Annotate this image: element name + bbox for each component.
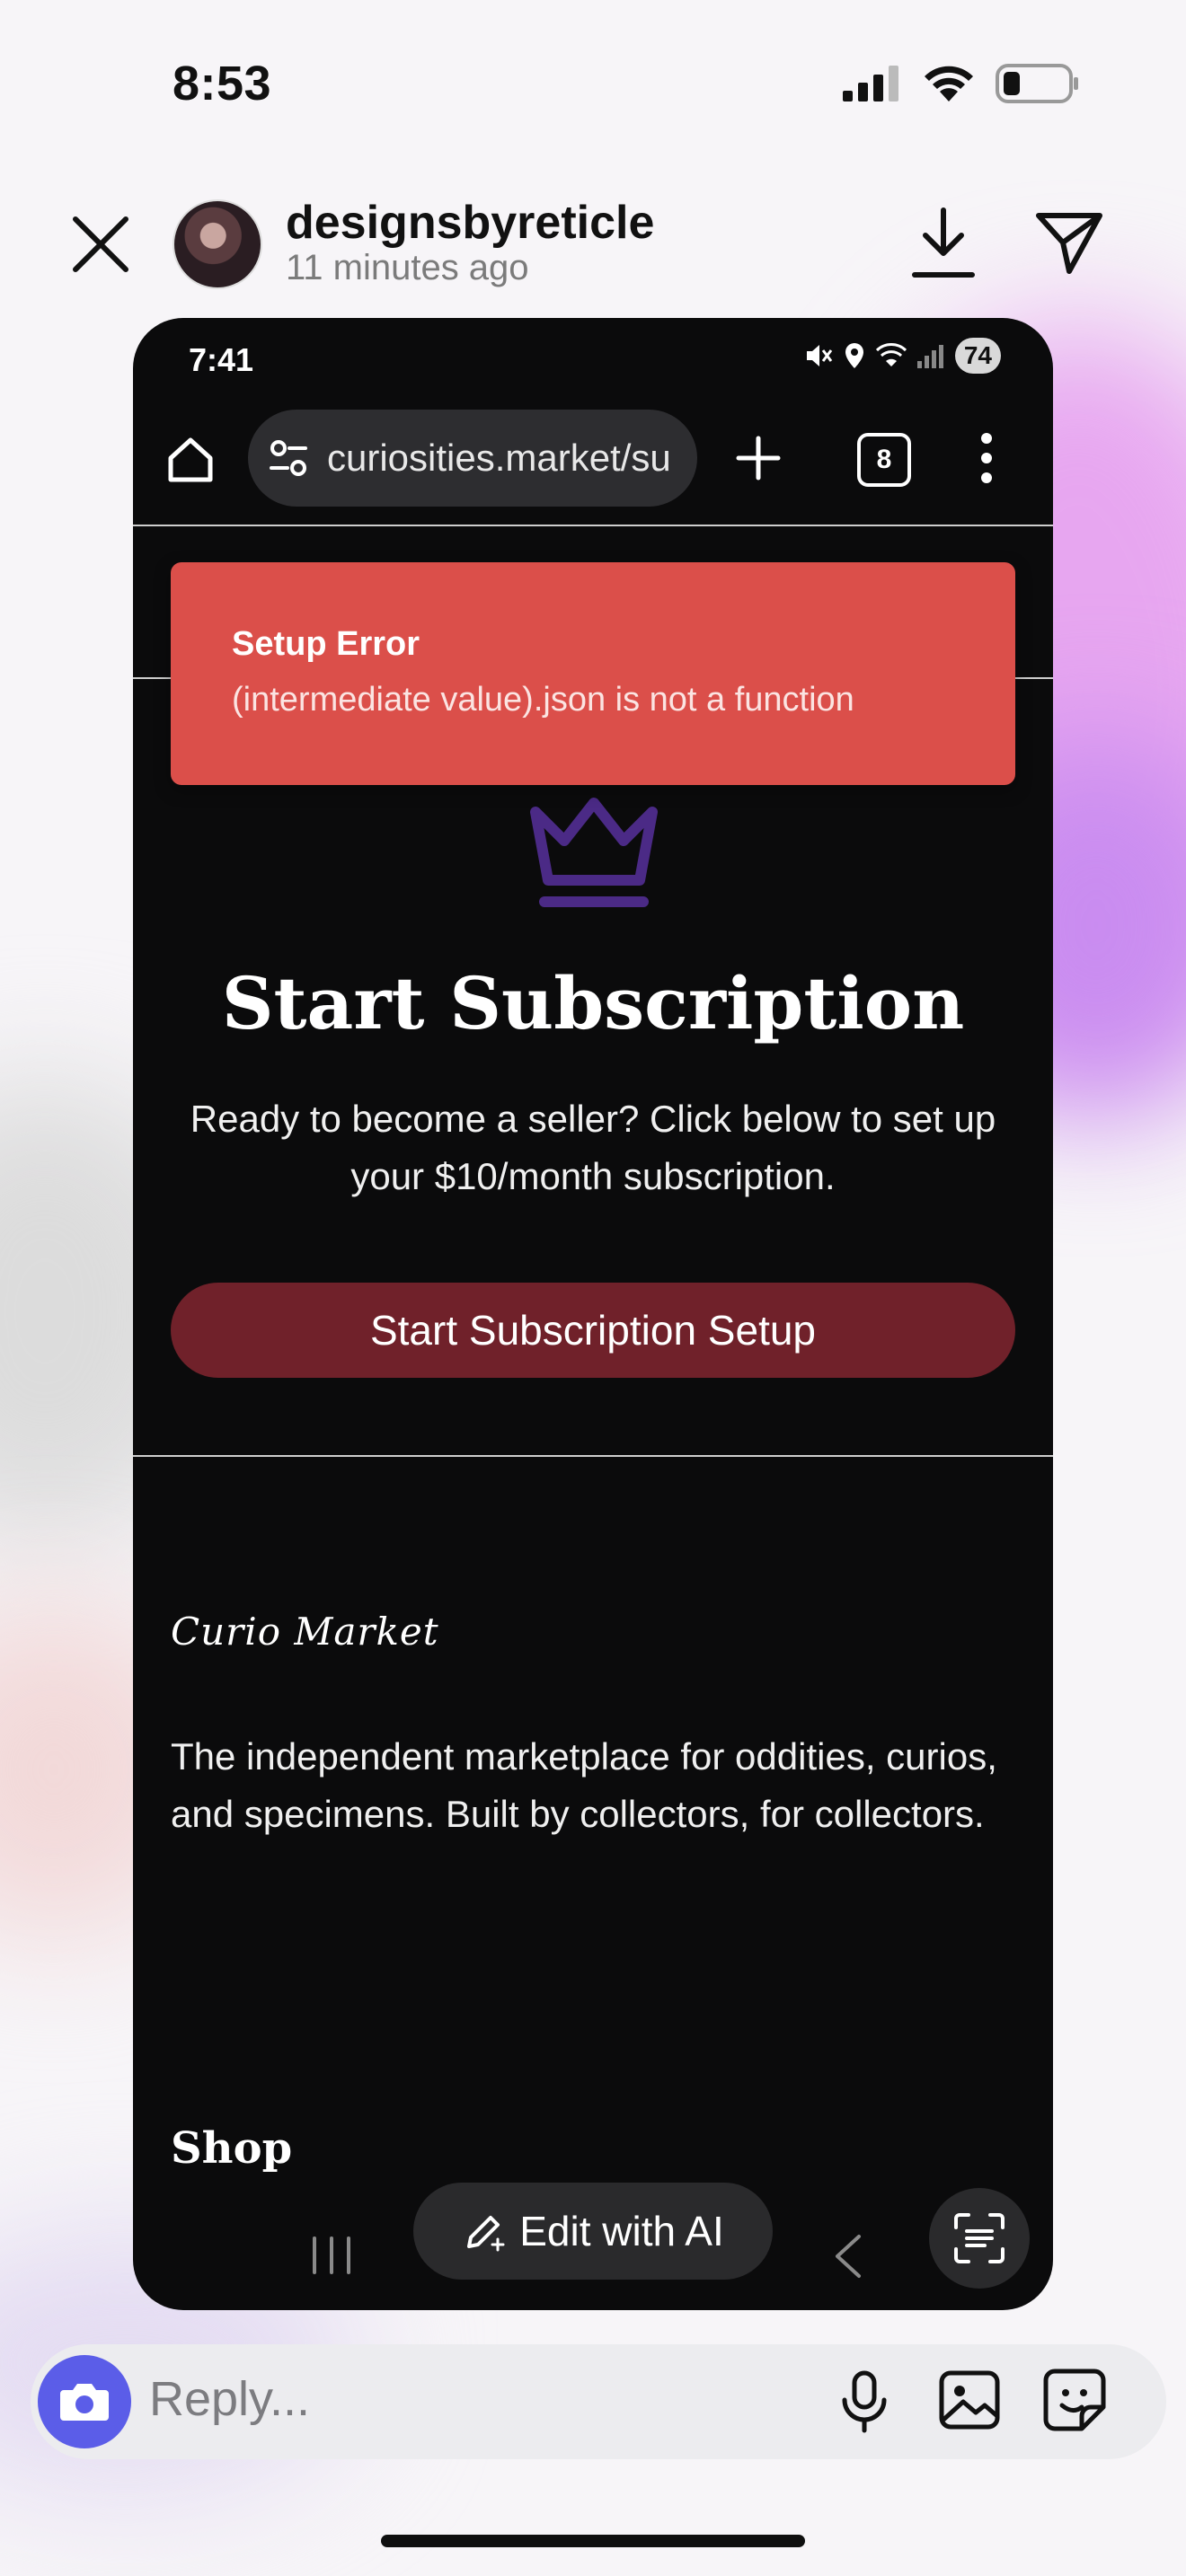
mute-icon bbox=[806, 345, 833, 366]
reply-bar: Reply... bbox=[31, 2344, 1166, 2459]
brand-logo[interactable]: Curio Market bbox=[171, 1610, 439, 1654]
lens-icon bbox=[954, 2213, 1005, 2263]
wifi-icon bbox=[925, 66, 973, 101]
camera-button[interactable] bbox=[38, 2355, 131, 2448]
sticker-icon[interactable] bbox=[1042, 2368, 1107, 2432]
reply-input[interactable]: Reply... bbox=[149, 2371, 310, 2427]
page-title: Start Subscription bbox=[221, 961, 965, 1045]
edit-with-ai-label: Edit with AI bbox=[519, 2208, 724, 2254]
cellular-signal-icon bbox=[916, 345, 943, 368]
more-vert-icon[interactable] bbox=[978, 431, 996, 485]
back-icon[interactable] bbox=[830, 2233, 866, 2280]
home-icon[interactable] bbox=[164, 433, 217, 487]
site-settings-icon[interactable] bbox=[268, 437, 309, 479]
address-bar[interactable]: curiosities.market/su bbox=[248, 410, 697, 507]
shared-screenshot: 7:41 74 curiosities.market/su 8 Setup Er… bbox=[133, 318, 1053, 2310]
crown-icon bbox=[530, 798, 658, 907]
url-text: curiosities.market/su bbox=[327, 437, 671, 479]
story-username[interactable]: designsbyreticle bbox=[286, 196, 654, 250]
edit-with-ai-button[interactable]: Edit with AI bbox=[413, 2183, 773, 2280]
footer-divider bbox=[133, 1455, 1053, 1457]
android-status-time: 7:41 bbox=[189, 341, 254, 378]
error-title: Setup Error bbox=[232, 625, 420, 663]
ios-status-time: 8:53 bbox=[173, 57, 272, 110]
lens-button[interactable] bbox=[929, 2188, 1030, 2289]
battery-icon bbox=[996, 64, 1078, 103]
tabs-icon[interactable]: 8 bbox=[857, 433, 911, 487]
subscription-description: Ready to become a seller? Click below to… bbox=[190, 1098, 996, 1197]
camera-icon bbox=[60, 2384, 109, 2421]
footer-shop-heading: Shop bbox=[171, 2123, 293, 2174]
cellular-signal-icon bbox=[843, 66, 898, 101]
plus-icon[interactable] bbox=[731, 431, 785, 485]
mic-icon[interactable] bbox=[839, 2369, 890, 2434]
ios-status-icons bbox=[843, 63, 1080, 104]
battery-level: 74 bbox=[954, 338, 1001, 374]
avatar[interactable] bbox=[173, 199, 262, 289]
recents-icon[interactable] bbox=[309, 2235, 354, 2276]
close-icon[interactable] bbox=[65, 208, 137, 280]
wifi-icon bbox=[875, 343, 907, 366]
download-icon[interactable] bbox=[909, 205, 978, 280]
android-status-bar: 7:41 74 bbox=[133, 318, 1053, 399]
toolbar-divider bbox=[133, 525, 1053, 526]
story-timestamp: 11 minutes ago bbox=[286, 248, 529, 287]
footer-description: The independent marketplace for oddities… bbox=[171, 1735, 997, 1835]
error-toast[interactable]: Setup Error (intermediate value).json is… bbox=[171, 562, 1015, 785]
gallery-icon[interactable] bbox=[938, 2368, 1001, 2432]
pencil-sparkle-icon bbox=[467, 2216, 505, 2252]
error-message: (intermediate value).json is not a funct… bbox=[232, 681, 854, 719]
send-icon[interactable] bbox=[1033, 208, 1105, 277]
location-icon bbox=[845, 343, 863, 368]
start-subscription-button[interactable]: Start Subscription Setup bbox=[171, 1283, 1015, 1378]
home-indicator[interactable] bbox=[381, 2535, 805, 2547]
browser-toolbar: curiosities.market/su 8 bbox=[133, 408, 1053, 525]
